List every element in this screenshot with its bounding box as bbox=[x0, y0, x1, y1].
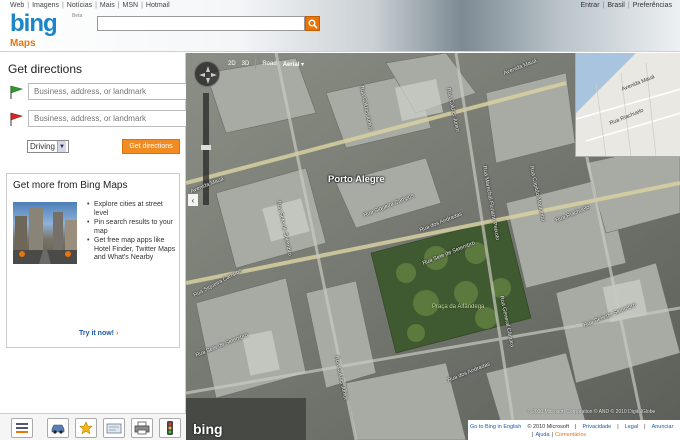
list-icon bbox=[16, 423, 28, 433]
start-row bbox=[8, 83, 188, 100]
map-footer: Go to Bing in English © 2010 Microsoft |… bbox=[468, 420, 680, 440]
advertise-link[interactable]: Anunciar bbox=[652, 424, 674, 430]
bing-logo[interactable]: bing bbox=[10, 10, 58, 38]
nav-link-web[interactable]: Web bbox=[10, 2, 24, 9]
bing-watermark: bing bbox=[193, 421, 223, 437]
print-button[interactable] bbox=[131, 418, 153, 438]
collapse-panel-button[interactable]: ‹ bbox=[188, 194, 198, 206]
english-link[interactable]: Go to Bing in English bbox=[470, 424, 521, 430]
chevron-left-icon: ‹ bbox=[191, 195, 195, 205]
footer-copyright: © 2010 Microsoft bbox=[527, 424, 570, 430]
directions-title: Get directions bbox=[8, 62, 83, 76]
list-button[interactable] bbox=[11, 418, 33, 438]
car-icon bbox=[51, 424, 65, 434]
aerial-view-button[interactable]: Aerial ▾ bbox=[283, 61, 304, 68]
red-flag-icon bbox=[10, 112, 23, 126]
view-3d-button[interactable]: 3D bbox=[242, 61, 250, 67]
chevron-right-icon: › bbox=[115, 330, 119, 337]
search-button[interactable] bbox=[305, 16, 320, 31]
nav-link-news[interactable]: Notícias bbox=[67, 2, 92, 9]
overview-minimap[interactable]: Avenida Mauá Rua Riachuelo bbox=[575, 53, 680, 157]
star-icon bbox=[79, 421, 93, 435]
compass-icon bbox=[199, 66, 217, 84]
header: Web | Imagens | Notícias | Mais | MSN | Hotma… bbox=[0, 0, 680, 52]
minimap-graphic bbox=[576, 53, 680, 156]
chevron-down-icon: ▼ bbox=[57, 141, 66, 152]
promo-title: Get more from Bing Maps bbox=[13, 180, 128, 191]
street-scene-image bbox=[13, 208, 77, 264]
help-link[interactable]: Ajuda bbox=[535, 432, 549, 438]
list-item: Get free map apps like Hotel Finder, Twi… bbox=[87, 237, 177, 263]
traffic-button[interactable] bbox=[159, 418, 181, 438]
maps-section-label[interactable]: Maps bbox=[10, 38, 36, 49]
green-flag-icon bbox=[10, 85, 23, 99]
printer-icon bbox=[134, 421, 150, 435]
list-item: Pin search results to your map bbox=[87, 219, 177, 236]
nav-link-hotmail[interactable]: Hotmail bbox=[146, 2, 170, 9]
start-location-input[interactable] bbox=[28, 83, 188, 100]
map-view-controls: 2D 3D Road Aerial ▾ bbox=[228, 57, 304, 71]
aerial-map-view[interactable]: 2D 3D Road Aerial ▾ ‹ Avenida Mauá Aveni… bbox=[186, 53, 680, 440]
region-link[interactable]: Brasil bbox=[607, 2, 625, 9]
traffic-light-icon bbox=[167, 421, 173, 435]
map-card-icon bbox=[106, 423, 122, 434]
nav-link-msn[interactable]: MSN bbox=[123, 2, 139, 9]
navigation-compass[interactable] bbox=[194, 61, 220, 87]
search-icon bbox=[308, 19, 318, 29]
street-view-thumbnail[interactable] bbox=[13, 202, 77, 264]
favorites-button[interactable] bbox=[75, 418, 97, 438]
view-2d-button[interactable]: 2D bbox=[228, 61, 236, 67]
directions-car-button[interactable] bbox=[47, 418, 69, 438]
get-directions-button[interactable]: Get directions bbox=[122, 139, 180, 154]
end-row bbox=[8, 110, 188, 127]
promo-feature-list: Explore cities at street level Pin searc… bbox=[87, 201, 177, 264]
travel-mode-select[interactable]: Driving ▼ bbox=[27, 140, 69, 153]
nav-link-images[interactable]: Imagens bbox=[32, 2, 59, 9]
left-panel: Get directions Driving ▼ Get directions … bbox=[0, 53, 188, 440]
park-label: Praça da Alfândega bbox=[432, 304, 485, 310]
preferences-link[interactable]: Preferências bbox=[633, 2, 672, 9]
imagery-copyright: © 2010 Microsoft Corporation © AND © 201… bbox=[527, 409, 656, 415]
top-nav: Web | Imagens | Notícias | Mais | MSN | Hotma… bbox=[10, 2, 170, 9]
sign-in-link[interactable]: Entrar bbox=[580, 2, 599, 9]
list-item: Explore cities at street level bbox=[87, 201, 177, 218]
privacy-link[interactable]: Privacidade bbox=[582, 424, 611, 430]
city-label: Porto Alegre bbox=[328, 174, 385, 185]
nav-link-more[interactable]: Mais bbox=[100, 2, 115, 9]
chevron-down-icon: ▾ bbox=[301, 61, 305, 68]
legal-link[interactable]: Legal bbox=[625, 424, 638, 430]
travel-mode-value: Driving bbox=[30, 142, 55, 151]
account-nav: Entrar | Brasil | Preferências bbox=[580, 2, 672, 9]
end-location-input[interactable] bbox=[28, 110, 188, 127]
road-view-button[interactable]: Road bbox=[262, 61, 276, 67]
promo-box: Get more from Bing Maps Explore cities a… bbox=[6, 173, 180, 348]
search-input[interactable] bbox=[97, 16, 305, 31]
beta-badge: Beta bbox=[72, 13, 83, 19]
map-apps-button[interactable] bbox=[103, 418, 125, 438]
feedback-link[interactable]: Comentários bbox=[555, 432, 586, 438]
bottom-toolbar bbox=[0, 413, 186, 440]
try-it-now-link[interactable]: Try it now! › bbox=[79, 330, 118, 337]
